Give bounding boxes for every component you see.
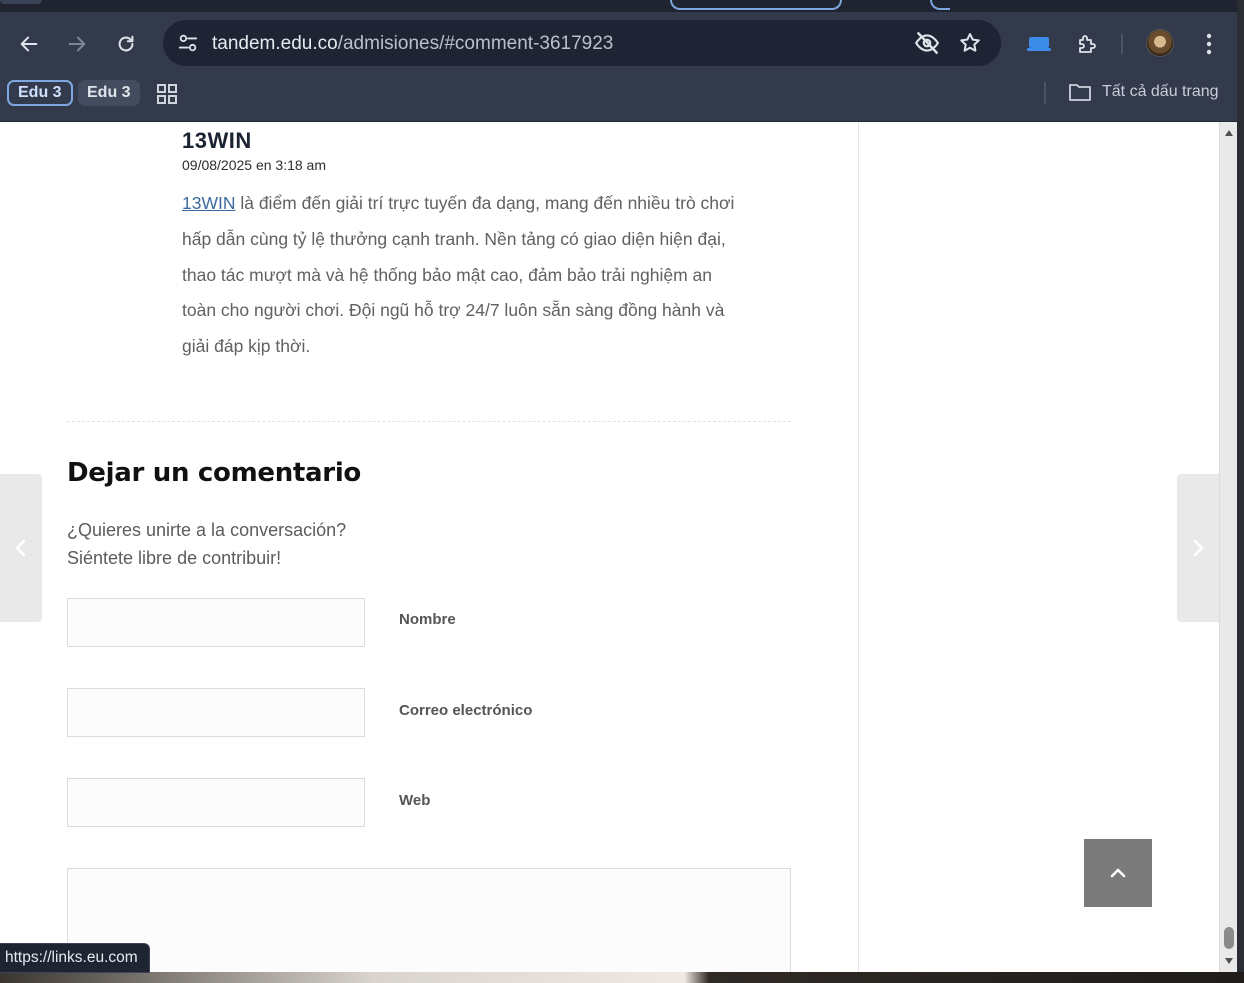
all-bookmarks-button[interactable]: Tất cả dấu trang [1068, 82, 1219, 102]
bookmark-group-edu3[interactable]: Edu 3 [78, 80, 140, 106]
star-icon [960, 33, 980, 52]
chevron-up-icon [1110, 868, 1126, 878]
extensions-button[interactable] [1072, 29, 1102, 59]
browser-menu-button[interactable] [1194, 29, 1224, 59]
form-desc-line-1: ¿Quieres unirte a la conversación? [67, 520, 347, 540]
website-input[interactable] [67, 778, 365, 827]
browser-toolbar: tandem.edu.co/admisiones/#comment-361792… [0, 12, 1244, 76]
bookmarks-divider [1044, 82, 1046, 104]
url-text[interactable]: tandem.edu.co/admisiones/#comment-361792… [212, 33, 613, 55]
comment-author: 13WIN [182, 128, 252, 153]
email-label: Correo electrónico [399, 702, 533, 719]
status-bar-url: https://links.eu.com [0, 943, 150, 973]
screen-cast-icon [1027, 37, 1051, 51]
scroll-up-arrow[interactable] [1222, 126, 1236, 140]
back-to-top-button[interactable] [1084, 839, 1152, 907]
sidebar-divider [858, 122, 859, 972]
active-tab[interactable] [670, 0, 842, 10]
bookmark-star-button[interactable] [956, 29, 984, 57]
scroll-down-arrow[interactable] [1222, 954, 1236, 968]
puzzle-icon [1079, 35, 1096, 53]
comment-link[interactable]: 13WIN [182, 193, 235, 213]
forward-arrow-icon [68, 36, 86, 52]
triangle-down-icon [1225, 958, 1233, 964]
triangle-up-icon [1225, 130, 1233, 136]
tab-stub-left[interactable] [0, 0, 42, 4]
comment-form-title: Dejar un comentario [67, 458, 361, 488]
bookmarks-bar: Edu 3 Edu 3 Tất cả dấu trang [0, 76, 1244, 122]
prev-post-button[interactable] [0, 474, 42, 622]
comment-form-description: ¿Quieres unirte a la conversación? Siént… [67, 516, 346, 572]
address-bar[interactable]: tandem.edu.co/admisiones/#comment-361792… [163, 20, 1001, 66]
bookmark-group-edu3-active[interactable]: Edu 3 [7, 80, 73, 106]
scrollbar-thumb[interactable] [1224, 927, 1234, 949]
page-viewport: 13WIN 09/08/2025 en 3:18 am 13WIN là điể… [0, 122, 1219, 972]
chevron-left-icon [15, 539, 26, 557]
next-post-button[interactable] [1177, 474, 1219, 622]
all-bookmarks-label: Tất cả dấu trang [1102, 83, 1219, 100]
form-desc-line-2: Siéntete libre de contribuir! [67, 548, 282, 568]
comment-textarea[interactable] [67, 868, 791, 972]
more-vertical-icon [1206, 33, 1212, 55]
forward-button[interactable] [62, 29, 92, 59]
website-label: Web [399, 792, 431, 809]
tab-stub-right[interactable] [930, 0, 950, 10]
reload-icon [118, 35, 134, 52]
desktop-background-strip [0, 972, 1244, 983]
window-edge [1237, 0, 1244, 983]
name-input[interactable] [67, 598, 365, 647]
url-path: /admisiones/#comment-3617923 [337, 33, 614, 54]
email-input[interactable] [67, 688, 365, 737]
tab-groups-grid-icon[interactable] [156, 83, 178, 105]
tab-strip [0, 0, 1244, 12]
comment-text: là điểm đến giải trí trực tuyến đa dạng,… [182, 193, 735, 357]
chevron-right-icon [1193, 539, 1204, 557]
reload-button[interactable] [111, 29, 141, 59]
tracking-protection-button[interactable] [913, 29, 941, 57]
page-scrollbar[interactable] [1219, 122, 1237, 972]
back-button[interactable] [14, 29, 44, 59]
url-host: tandem.edu.co [212, 33, 338, 54]
name-label: Nombre [399, 611, 456, 628]
cast-extension-button[interactable] [1024, 29, 1054, 59]
comment-date[interactable]: 09/08/2025 en 3:18 am [182, 157, 326, 173]
profile-avatar[interactable] [1146, 29, 1174, 57]
toolbar-divider [1121, 34, 1123, 54]
site-settings-button[interactable] [173, 28, 203, 58]
comments-divider [67, 421, 791, 422]
folder-icon [1069, 84, 1091, 101]
tune-icon [178, 34, 198, 52]
back-arrow-icon [20, 36, 38, 52]
eye-off-icon [914, 32, 940, 54]
comment-body: 13WIN là điểm đến giải trí trực tuyến đa… [182, 186, 747, 365]
